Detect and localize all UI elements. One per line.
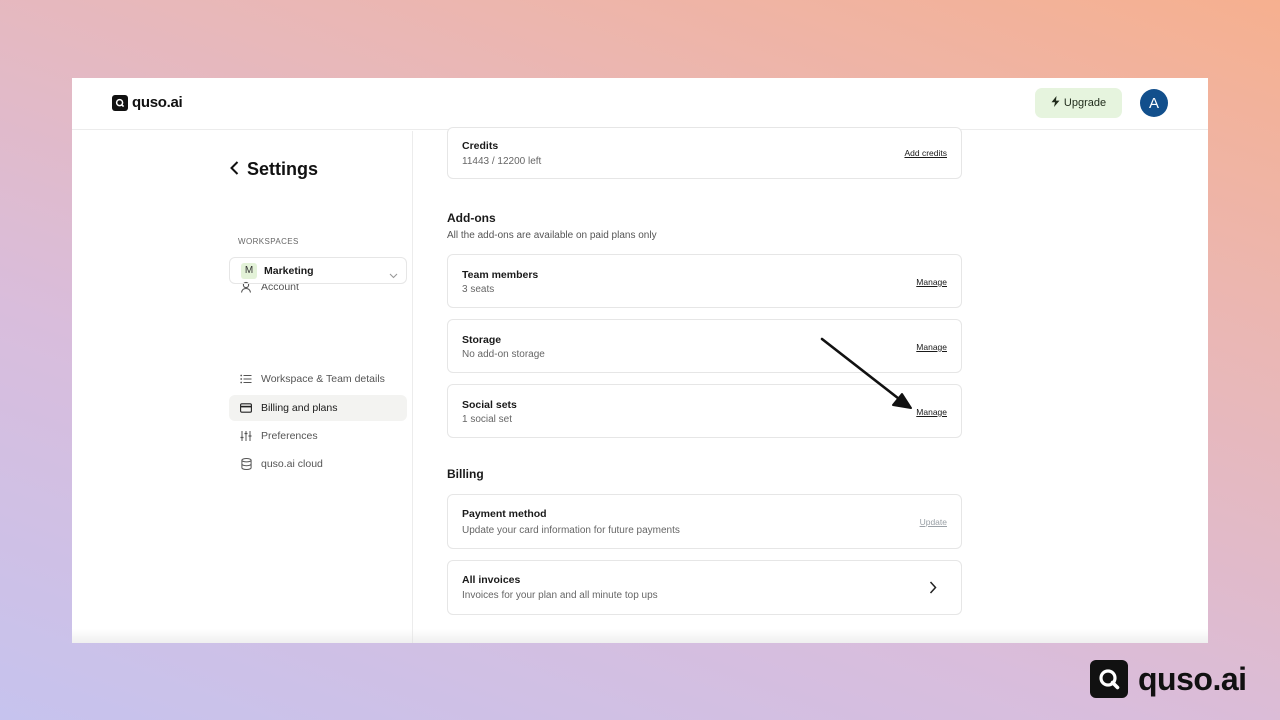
sidebar-item-label: Billing and plans [261, 402, 338, 414]
user-avatar[interactable]: A [1140, 89, 1168, 117]
addons-section-title: Add-ons [447, 211, 496, 225]
social-sets-value: 1 social set [462, 414, 513, 425]
database-icon [240, 458, 252, 470]
watermark-text: quso.ai [1138, 660, 1247, 697]
all-invoices-card[interactable]: All invoices Invoices for your plan and … [447, 560, 962, 615]
upgrade-label: Upgrade [1063, 97, 1107, 109]
team-members-title: Team members [462, 269, 539, 281]
storage-card: Storage No add-on storage Manage [447, 319, 962, 373]
app-logo[interactable]: quso.ai [112, 94, 183, 111]
manage-storage-link[interactable]: Manage [916, 342, 947, 352]
credits-title: Credits [462, 140, 499, 152]
upgrade-button[interactable]: Upgrade [1035, 88, 1122, 118]
update-payment-link[interactable]: Update [920, 517, 947, 527]
manage-team-members-link[interactable]: Manage [916, 277, 947, 287]
brand-watermark: quso.ai [1090, 660, 1247, 698]
sidebar-item-label: Preferences [261, 430, 318, 442]
workspace-name: Marketing [264, 264, 314, 277]
credits-value: 11443 / 12200 left [462, 156, 542, 167]
manage-social-sets-link[interactable]: Manage [916, 407, 947, 417]
sidebar-item-label: quso.ai cloud [261, 458, 323, 470]
quso-logo-icon [1090, 660, 1128, 698]
all-invoices-title: All invoices [462, 574, 521, 586]
window-bottom-shadow [72, 629, 1208, 643]
app-window: quso.ai Upgrade A Settings Account WORKS… [72, 78, 1208, 643]
storage-title: Storage [462, 334, 502, 346]
sidebar-item-workspace-team[interactable]: Workspace & Team details [229, 366, 407, 392]
sidebar-item-preferences[interactable]: Preferences [229, 423, 407, 449]
workspaces-section-label: WORKSPACES [238, 237, 299, 246]
workspace-selector[interactable]: M Marketing [229, 257, 407, 284]
workspace-badge: M [241, 262, 257, 279]
credit-card-icon [240, 402, 252, 414]
add-credits-link[interactable]: Add credits [904, 148, 947, 158]
sliders-icon [240, 430, 252, 442]
storage-value: No add-on storage [462, 349, 545, 360]
team-members-value: 3 seats [462, 284, 495, 295]
lightning-icon [1051, 96, 1060, 110]
payment-method-subtitle: Update your card information for future … [462, 525, 680, 536]
social-sets-title: Social sets [462, 399, 517, 411]
all-invoices-subtitle: Invoices for your plan and all minute to… [462, 590, 658, 601]
logo-text: quso.ai [132, 94, 183, 111]
addons-section-subtitle: All the add-ons are available on paid pl… [447, 230, 657, 241]
chevron-left-icon[interactable] [230, 159, 239, 180]
chevron-right-icon[interactable] [929, 581, 937, 599]
billing-content: Credits 11443 / 12200 left Add credits A… [413, 127, 1208, 643]
top-bar: quso.ai Upgrade A [72, 78, 1208, 130]
sidebar-item-billing[interactable]: Billing and plans [229, 395, 407, 421]
list-icon [240, 373, 252, 385]
team-members-card: Team members 3 seats Manage [447, 254, 962, 308]
settings-sidebar: Settings Account WORKSPACES M Marketing … [72, 131, 413, 643]
quso-logo-icon [112, 94, 128, 111]
sidebar-item-cloud[interactable]: quso.ai cloud [229, 451, 407, 477]
settings-header[interactable]: Settings [230, 159, 318, 180]
page-title: Settings [247, 159, 319, 179]
payment-method-title: Payment method [462, 508, 547, 520]
chevron-down-icon [389, 266, 398, 284]
social-sets-card: Social sets 1 social set Manage [447, 384, 962, 438]
credits-card: Credits 11443 / 12200 left Add credits [447, 127, 962, 179]
sidebar-item-label: Workspace & Team details [261, 373, 385, 385]
billing-section-title: Billing [447, 467, 484, 481]
payment-method-card: Payment method Update your card informat… [447, 494, 962, 549]
